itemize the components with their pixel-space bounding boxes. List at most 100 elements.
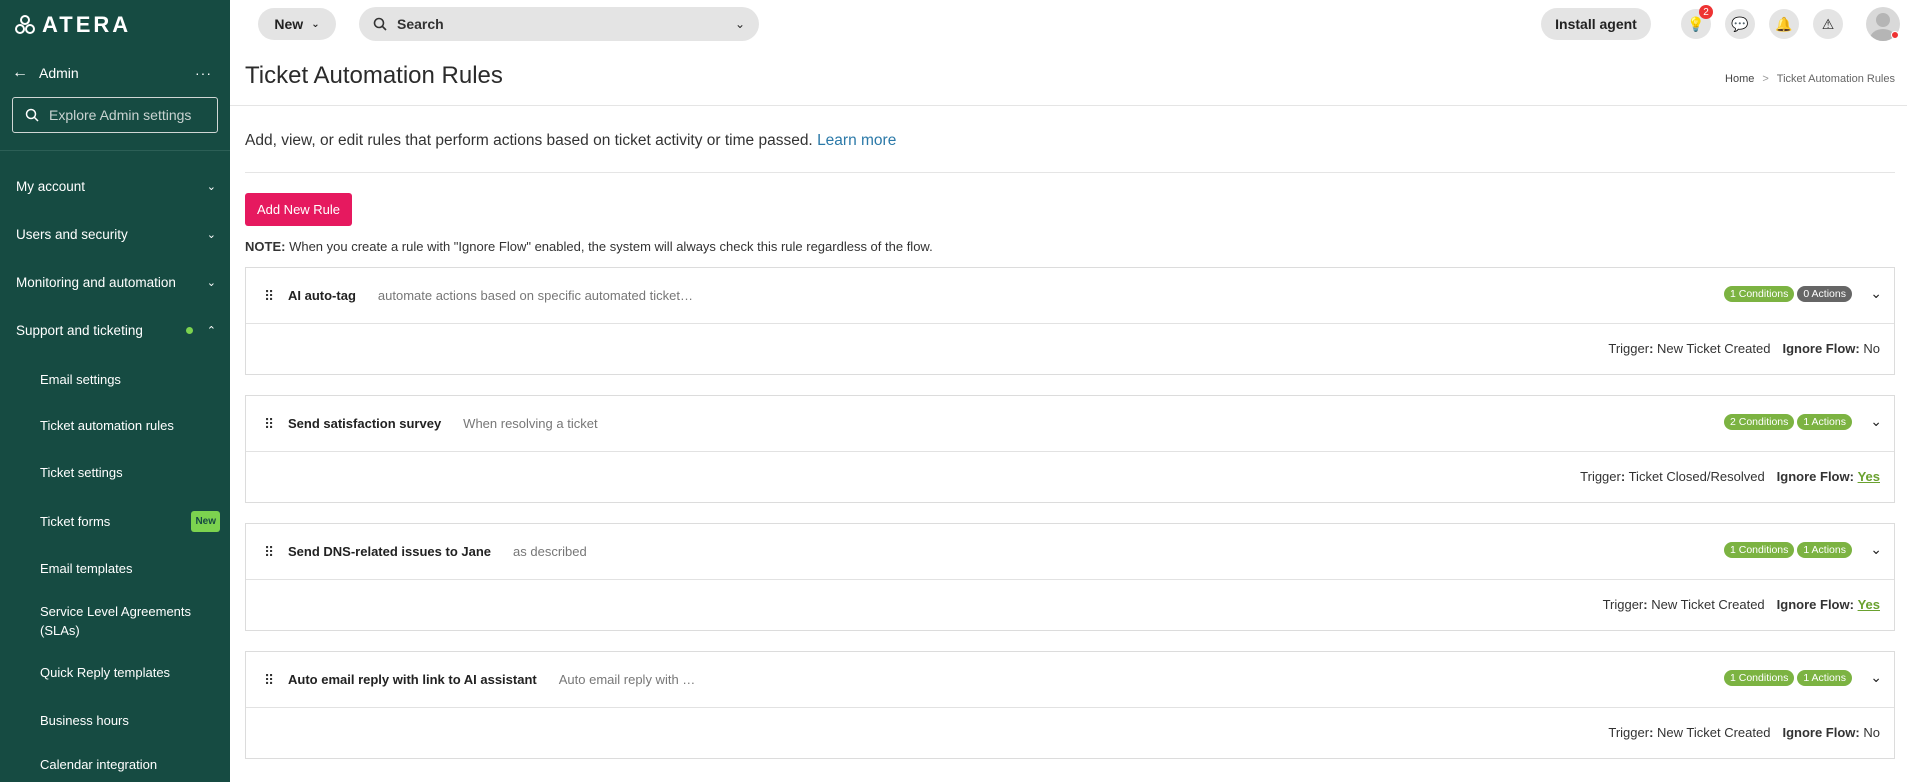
ignore-flow-label: Ignore Flow: [1782,341,1860,356]
rule-card[interactable]: ⠿ Send DNS-related issues to Jane as des… [245,523,1895,631]
sidebar-item-label: Email settings [40,372,121,387]
rule-card[interactable]: ⠿ AI auto-tag automate actions based on … [245,267,1895,375]
breadcrumb-home[interactable]: Home [1725,73,1754,85]
rule-header[interactable]: ⠿ Send DNS-related issues to Jane as des… [246,524,1894,580]
rule-card[interactable]: ⠿ Send satisfaction survey When resolvin… [245,395,1895,503]
rule-footer: Trigger: New Ticket Created Ignore Flow:… [1608,725,1880,740]
chat-icon[interactable]: 💬 [1725,9,1755,39]
search-label: Search [397,16,444,32]
trigger-value: New Ticket Created [1657,341,1771,356]
chevron-up-icon: ⌃ [206,324,216,337]
sidebar-divider [0,150,230,151]
rule-card[interactable]: ⠿ Auto email reply with link to AI assis… [245,651,1895,759]
status-dot-icon [185,326,193,334]
rule-name: Auto email reply with link to AI assista… [288,672,537,687]
rule-footer: Trigger: New Ticket Created Ignore Flow:… [1602,597,1880,612]
sidebar-item-quick-reply[interactable]: Quick Reply templates [40,663,220,682]
sidebar-item-label: Service Level Agreements (SLAs) [40,604,192,638]
back-arrow-icon[interactable]: ← [12,64,30,82]
conditions-badge: 2 Conditions [1724,414,1795,430]
add-new-rule-button[interactable]: Add New Rule [245,193,352,226]
topbar: New ⌄ Search ⌄ Install agent 💡 2 💬 🔔 ⚠ [230,0,1907,48]
ignore-flow-label: Ignore Flow: [1782,725,1860,740]
sidebar-section-my-account[interactable]: My account ⌄ [0,166,230,206]
trigger-label: Trigger [1602,597,1644,612]
more-options-icon[interactable]: ··· [195,65,212,81]
sidebar-item-label: Email templates [40,561,133,576]
conditions-badge: 1 Conditions [1724,670,1795,686]
rule-pills: 1 Conditions 1 Actions [1724,542,1852,558]
sidebar-section-users-security[interactable]: Users and security ⌄ [0,214,230,254]
breadcrumb-current: Ticket Automation Rules [1776,73,1895,85]
chevron-down-icon: ⌄ [206,276,216,289]
sidebar-item-ticket-forms[interactable]: Ticket forms New [40,511,220,532]
sidebar: ATERA ← Admin ··· My account ⌄ Users and… [0,0,230,782]
sidebar-item-label: Business hours [40,713,129,728]
ignore-flow-value[interactable]: Yes [1858,597,1880,612]
install-agent-button[interactable]: Install agent [1541,8,1651,40]
rule-header[interactable]: ⠿ AI auto-tag automate actions based on … [246,268,1894,324]
sidebar-item-email-settings[interactable]: Email settings [40,370,220,389]
rule-description: automate actions based on specific autom… [377,288,693,303]
new-button-label: New [274,16,304,32]
section-label: My account [16,178,86,194]
rule-footer: Trigger: Ticket Closed/Resolved Ignore F… [1580,469,1880,484]
rule-pills: 2 Conditions 1 Actions [1724,414,1852,430]
logo-icon [15,15,35,34]
lightbulb-icon[interactable]: 💡 2 [1681,5,1713,39]
ignore-flow-label: Ignore Flow: [1776,597,1854,612]
bell-icon[interactable]: 🔔 [1769,9,1799,39]
breadcrumb-separator: > [1762,73,1769,85]
chevron-down-icon[interactable]: ⌄ [735,17,745,31]
sidebar-item-ticket-settings[interactable]: Ticket settings [40,463,220,482]
sidebar-item-label: Ticket forms [40,514,111,529]
sidebar-item-label: Calendar integration [40,757,158,772]
sidebar-item-label: Ticket automation rules [40,418,174,433]
chevron-down-icon[interactable]: ⌄ [1870,669,1882,686]
sidebar-item-business-hours[interactable]: Business hours [40,711,220,730]
actions-badge: 1 Actions [1797,542,1852,558]
ignore-flow-value: No [1863,725,1880,740]
description-divider [245,172,1895,173]
header-divider [230,105,1907,106]
drag-handle-icon[interactable]: ⠿ [264,289,278,303]
drag-handle-icon[interactable]: ⠿ [264,417,278,431]
ignore-flow-note: NOTE: When you create a rule with "Ignor… [245,239,933,254]
chevron-down-icon[interactable]: ⌄ [1870,541,1882,558]
install-agent-label: Install agent [1555,16,1637,32]
rule-name: Send satisfaction survey [288,416,442,431]
note-label: NOTE: [245,239,286,254]
rule-footer: Trigger: New Ticket Created Ignore Flow:… [1608,341,1880,356]
sidebar-section-support[interactable]: Support and ticketing ⌃ [0,310,230,350]
chevron-down-icon: ⌄ [311,18,320,30]
sidebar-item-ticket-automation[interactable]: Ticket automation rules [40,416,220,435]
trigger-label: Trigger [1608,341,1650,356]
global-search[interactable]: Search ⌄ [359,7,759,41]
new-button[interactable]: New ⌄ [258,8,336,40]
chevron-down-icon: ⌄ [206,228,216,241]
new-badge: New [191,511,220,532]
explore-admin-input[interactable] [49,107,209,123]
sidebar-item-slas[interactable]: Service Level Agreements (SLAs) [40,602,220,640]
description-text: Add, view, or edit rules that perform ac… [245,132,813,149]
rule-header[interactable]: ⠿ Auto email reply with link to AI assis… [246,652,1894,708]
ignore-flow-value[interactable]: Yes [1858,469,1880,484]
learn-more-link[interactable]: Learn more [817,132,896,149]
chevron-down-icon[interactable]: ⌄ [1870,413,1882,430]
sidebar-item-calendar[interactable]: Calendar integration [40,755,220,774]
atera-logo[interactable]: ATERA [14,12,131,38]
sidebar-item-label: Quick Reply templates [40,665,171,680]
drag-handle-icon[interactable]: ⠿ [264,545,278,559]
drag-handle-icon[interactable]: ⠿ [264,673,278,687]
chevron-down-icon: ⌄ [206,180,216,193]
sidebar-section-monitoring[interactable]: Monitoring and automation ⌄ [0,262,230,302]
explore-admin-search[interactable] [12,97,218,133]
rule-pills: 1 Conditions 0 Actions [1724,286,1852,302]
admin-header: ← Admin ··· [0,60,230,86]
conditions-badge: 1 Conditions [1724,286,1795,302]
sidebar-item-label: Ticket settings [40,465,123,480]
rule-header[interactable]: ⠿ Send satisfaction survey When resolvin… [246,396,1894,452]
warning-icon[interactable]: ⚠ [1813,9,1843,39]
sidebar-item-email-templates[interactable]: Email templates [40,559,220,578]
chevron-down-icon[interactable]: ⌄ [1870,285,1882,302]
